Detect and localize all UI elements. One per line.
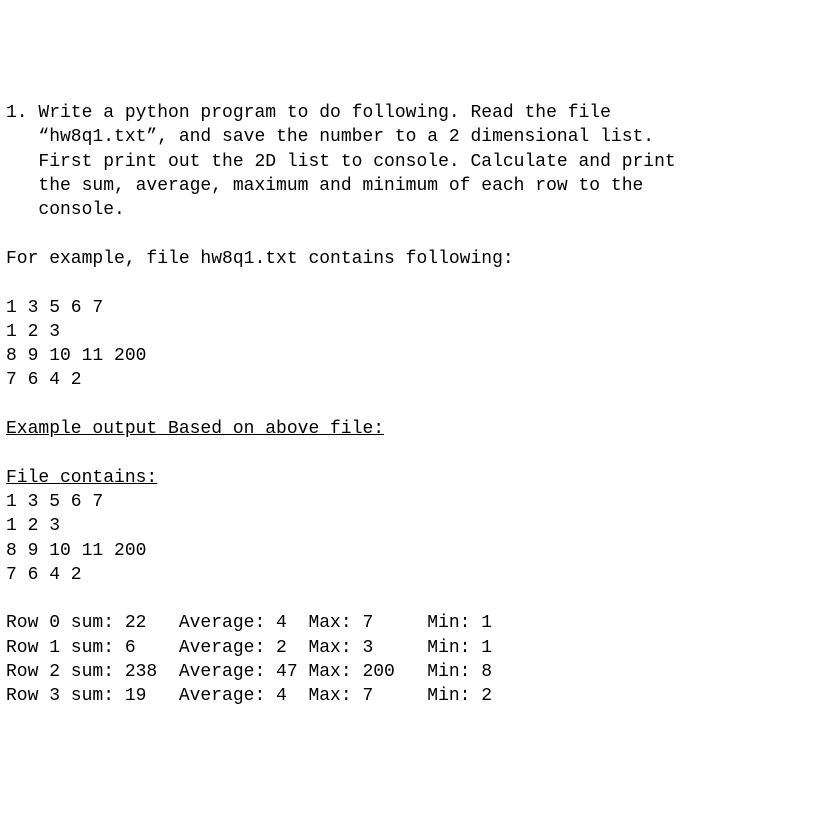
output-line-3: 8 9 10 11 200: [6, 541, 146, 561]
example-intro: For example, file hw8q1.txt contains fol…: [6, 249, 514, 269]
output-header: File contains:: [6, 468, 157, 488]
output-line-4: 7 6 4 2: [6, 565, 82, 585]
file-line-3: 8 9 10 11 200: [6, 346, 146, 366]
file-line-4: 7 6 4 2: [6, 370, 82, 390]
question-line-3: First print out the 2D list to console. …: [6, 152, 676, 172]
question-line-2: “hw8q1.txt”, and save the number to a 2 …: [6, 127, 654, 147]
stats-row-3: Row 3 sum: 19 Average: 4 Max: 7 Min: 2: [6, 686, 492, 706]
output-line-1: 1 3 5 6 7: [6, 492, 103, 512]
stats-row-0: Row 0 sum: 22 Average: 4 Max: 7 Min: 1: [6, 613, 492, 633]
question-line-5: console.: [6, 200, 125, 220]
file-line-2: 1 2 3: [6, 322, 60, 342]
stats-row-1: Row 1 sum: 6 Average: 2 Max: 3 Min: 1: [6, 638, 492, 658]
question-line-4: the sum, average, maximum and minimum of…: [6, 176, 643, 196]
file-line-1: 1 3 5 6 7: [6, 298, 103, 318]
question-line-1: 1. Write a python program to do followin…: [6, 103, 611, 123]
stats-row-2: Row 2 sum: 238 Average: 47 Max: 200 Min:…: [6, 662, 492, 682]
output-line-2: 1 2 3: [6, 516, 60, 536]
example-output-heading: Example output Based on above file:: [6, 419, 384, 439]
